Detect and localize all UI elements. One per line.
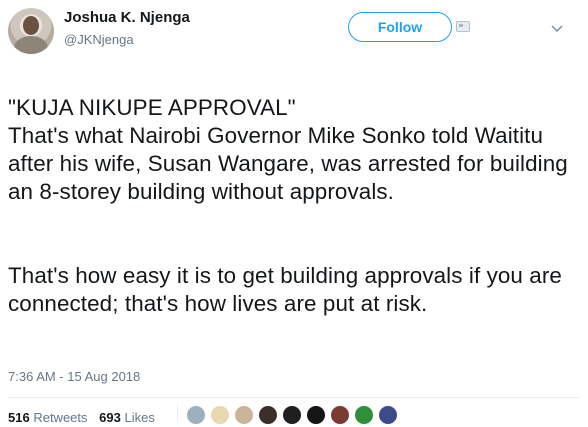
follow-button[interactable]: Follow — [348, 12, 452, 42]
liker-avatar[interactable] — [354, 405, 374, 425]
liker-avatar[interactable] — [330, 405, 350, 425]
liker-avatar[interactable] — [186, 405, 206, 425]
chevron-down-icon[interactable] — [551, 24, 563, 34]
retweets-stat[interactable]: 516 Retweets — [8, 410, 88, 425]
retweets-count: 516 — [8, 410, 30, 425]
tweet-card: Joshua K. Njenga @JKNjenga Follow "KUJA … — [0, 0, 588, 425]
likes-count: 693 — [99, 410, 121, 425]
tweet-paragraph-1: "KUJA NIKUPE APPROVAL" That's what Nairo… — [8, 95, 568, 204]
liker-avatar[interactable] — [378, 405, 398, 425]
avatar[interactable] — [8, 8, 54, 54]
likes-stat[interactable]: 693 Likes — [99, 410, 155, 425]
likes-label: Likes — [124, 410, 155, 425]
stats-divider — [8, 397, 580, 398]
tweet-paragraph-2: That's how easy it is to get building ap… — [8, 263, 562, 316]
tweet-stats: 516 Retweets 693 Likes — [8, 410, 155, 425]
retweets-label: Retweets — [33, 410, 88, 425]
card-icon — [456, 21, 470, 32]
liker-avatar[interactable] — [258, 405, 278, 425]
liker-avatar[interactable] — [234, 405, 254, 425]
stats-separator — [177, 404, 178, 421]
tweet-timestamp[interactable]: 7:36 AM - 15 Aug 2018 — [8, 369, 140, 384]
liker-avatar[interactable] — [210, 405, 230, 425]
avatar-shoulders — [14, 36, 48, 54]
liker-avatar[interactable] — [282, 405, 302, 425]
avatar-head — [23, 16, 39, 35]
tweet-text: "KUJA NIKUPE APPROVAL" That's what Nairo… — [8, 66, 584, 346]
liker-avatar[interactable] — [306, 405, 326, 425]
author-name[interactable]: Joshua K. Njenga — [64, 9, 190, 26]
author-handle[interactable]: @JKNjenga — [64, 32, 134, 47]
